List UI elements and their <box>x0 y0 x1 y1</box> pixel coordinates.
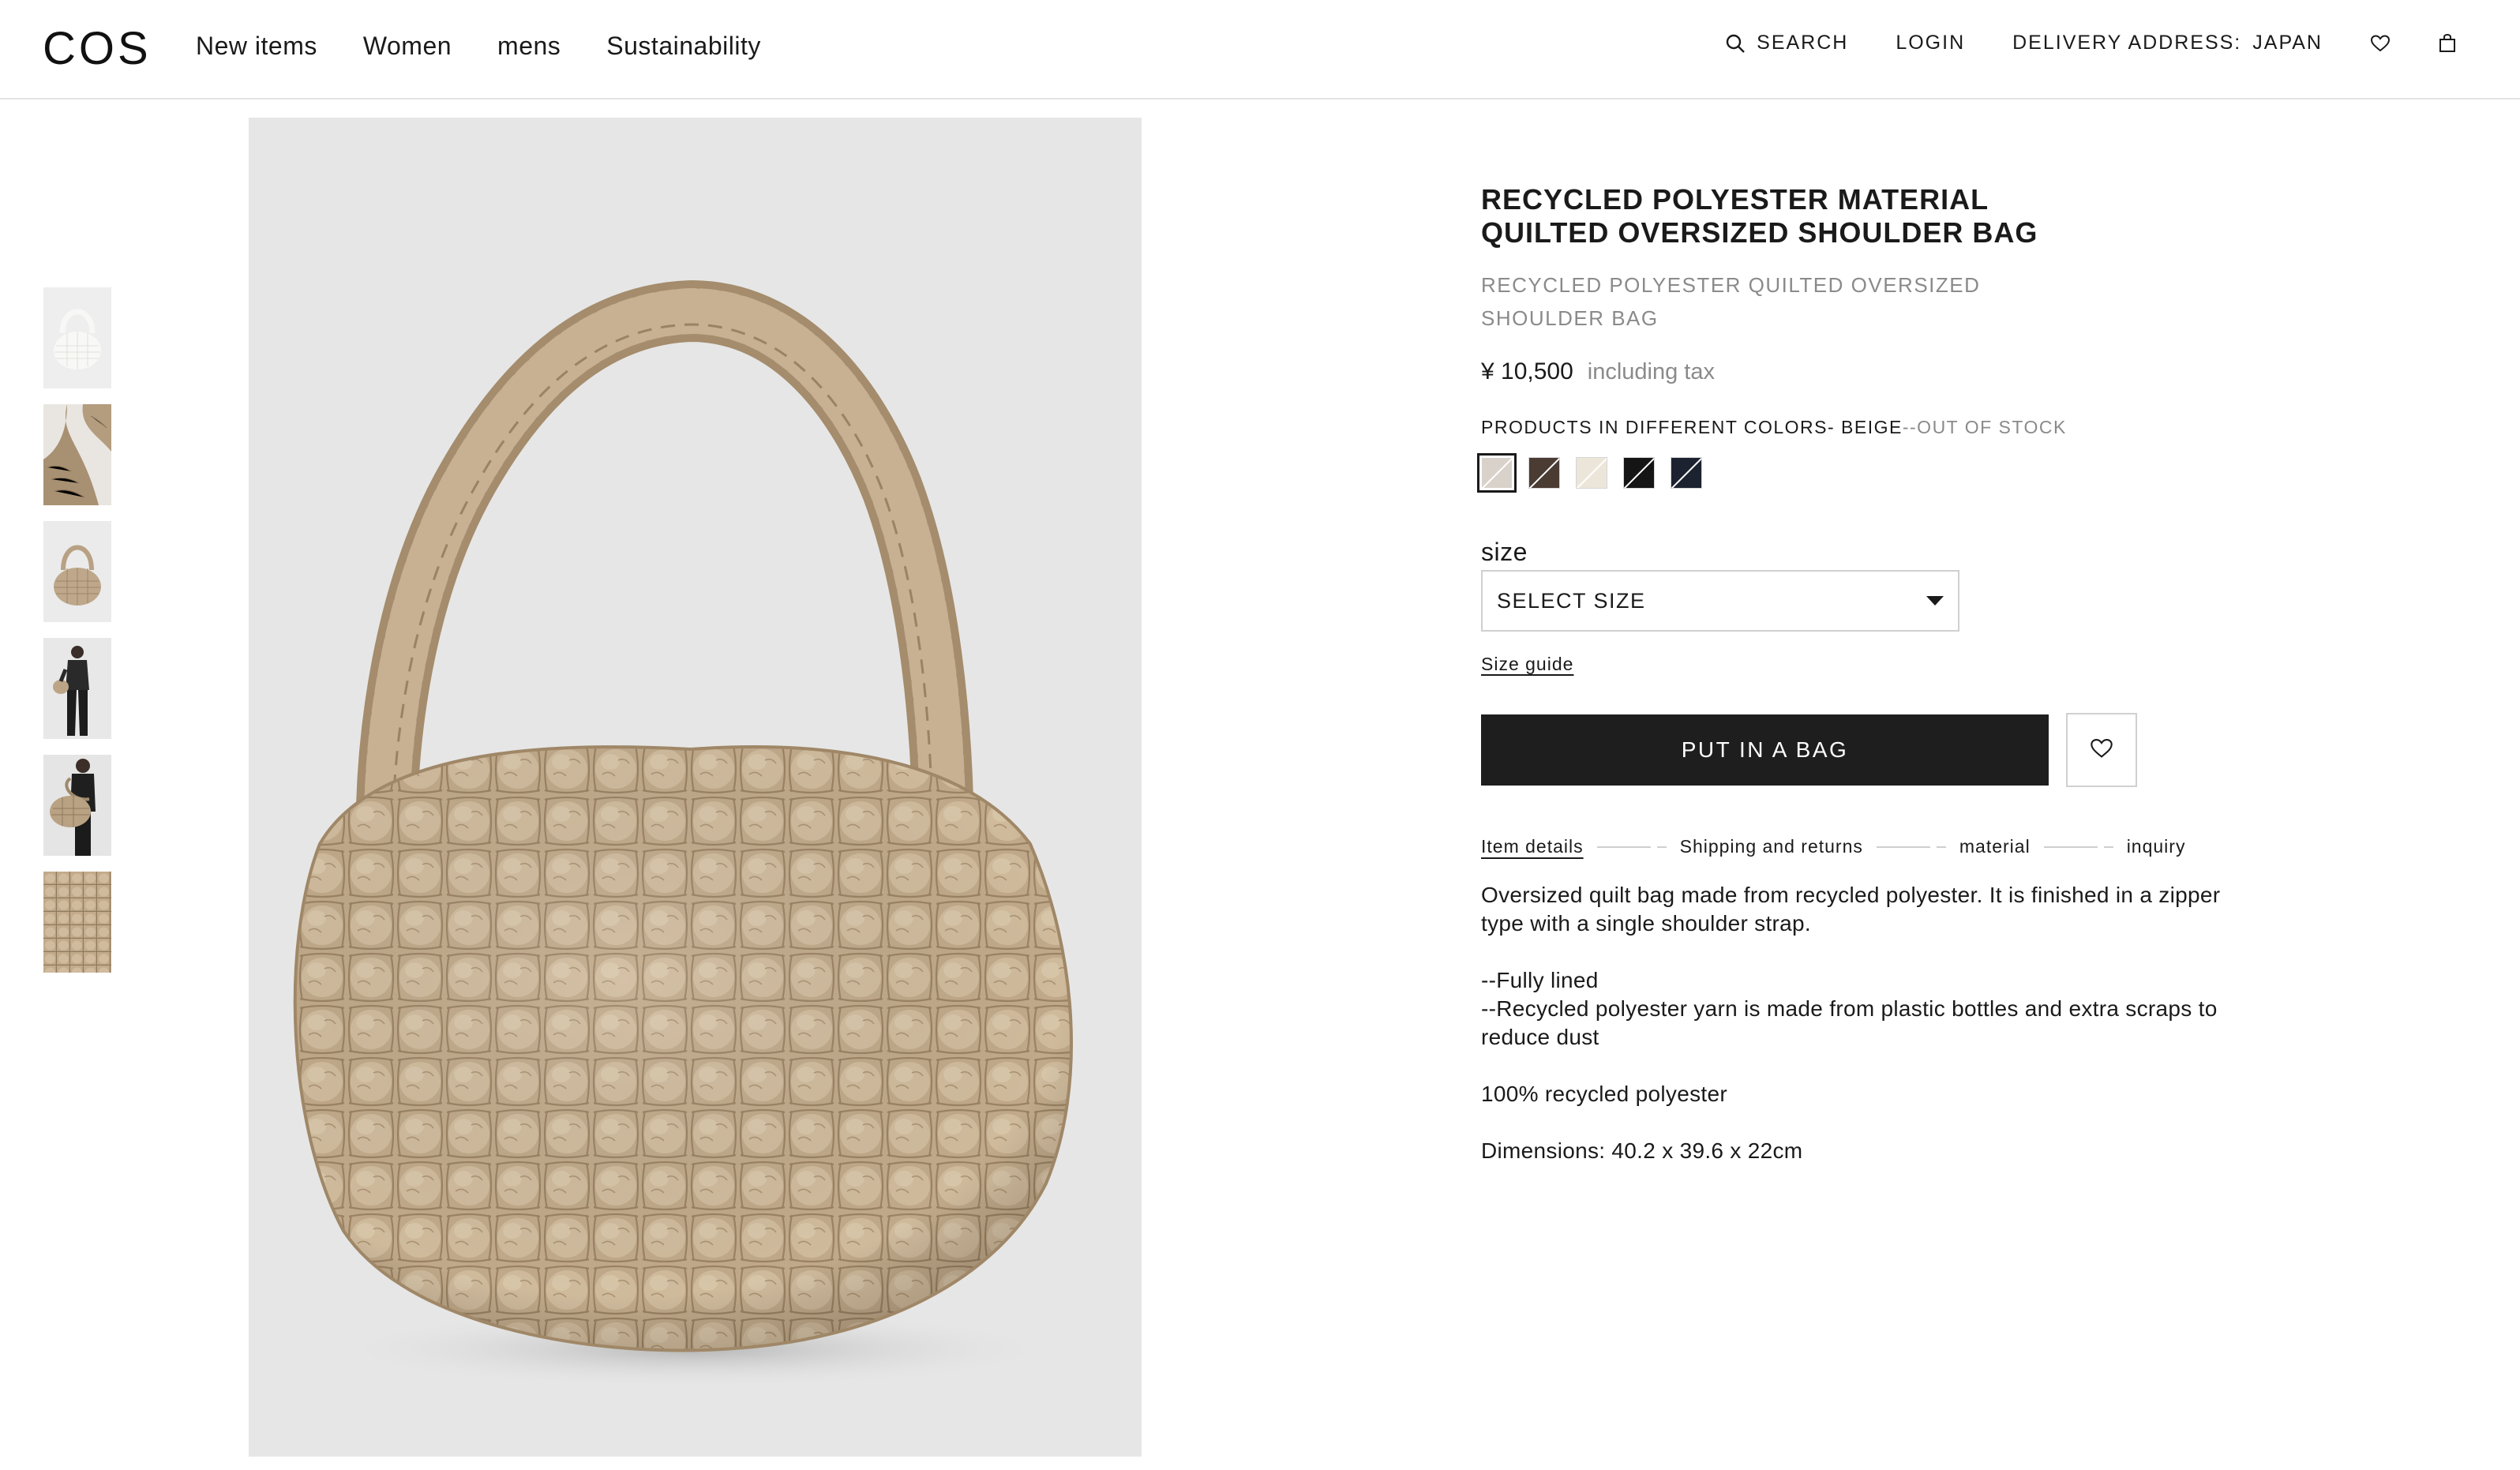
thumbnail-bag-detail-handle[interactable] <box>43 404 111 505</box>
tab-inquiry[interactable]: inquiry <box>2127 836 2186 857</box>
nav-item-sustainability[interactable]: Sustainability <box>606 32 761 61</box>
add-to-bag-button[interactable]: PUT IN A BAG <box>1481 714 2049 786</box>
stock-status: --OUT OF STOCK <box>1902 417 2067 437</box>
description-bullet: --Recycled polyester yarn is made from p… <box>1481 996 2218 1049</box>
login-label: LOGIN <box>1896 32 1966 54</box>
product-title: RECYCLED POLYESTER MATERIAL QUILTED OVER… <box>1481 183 2038 249</box>
tab-divider <box>2043 846 2113 848</box>
swatch-beige[interactable] <box>1477 453 1517 493</box>
thumbnail-quilt-texture[interactable] <box>43 872 111 973</box>
tab-item-details[interactable]: Item details <box>1481 836 1584 857</box>
thumbnail-model-carrying[interactable] <box>43 755 111 856</box>
product-subtitle: RECYCLED POLYESTER QUILTED OVERSIZED SHO… <box>1481 273 1981 330</box>
heart-icon <box>2370 34 2391 53</box>
description-intro: Oversized quilt bag made from recycled p… <box>1481 883 2221 936</box>
nav-item-women[interactable]: Women <box>363 32 452 61</box>
thumbnail-bag-beige[interactable] <box>43 521 111 622</box>
thumbnail-gallery <box>43 287 111 988</box>
heart-icon <box>2090 737 2113 763</box>
description-dimensions: Dimensions: 40.2 x 39.6 x 22cm <box>1481 1138 1803 1163</box>
search-label: SEARCH <box>1757 32 1849 54</box>
site-header: COS New items Women mens Sustainability … <box>0 0 2520 99</box>
product-detail-tabs: Item details Shipping and returns materi… <box>1481 836 2215 857</box>
color-swatches <box>1477 453 2215 493</box>
tab-divider <box>1596 846 1667 848</box>
caret-down-icon <box>1926 596 1944 606</box>
utility-nav: SEARCH LOGIN DELIVERY ADDRESS: JAPAN <box>1725 32 2457 54</box>
size-guide-link[interactable]: Size guide <box>1481 654 1573 675</box>
swatch-brown[interactable] <box>1528 457 1560 489</box>
add-to-wishlist-button[interactable] <box>2066 713 2137 787</box>
product-main-image[interactable] <box>249 118 1142 1457</box>
color-selector-label: PRODUCTS IN DIFFERENT COLORS- BEIGE--OUT… <box>1481 417 2215 438</box>
wishlist-button[interactable] <box>2370 34 2391 53</box>
search-button[interactable]: SEARCH <box>1725 32 1848 54</box>
delivery-value: JAPAN <box>2252 32 2323 54</box>
purchase-actions: PUT IN A BAG <box>1481 713 2215 787</box>
price-row: ¥ 10,500 including tax <box>1481 358 2215 385</box>
swatch-black[interactable] <box>1623 457 1655 489</box>
description-bullet: --Fully lined <box>1481 968 1599 992</box>
description-composition: 100% recycled polyester <box>1481 1082 1727 1106</box>
nav-item-mens[interactable]: mens <box>497 32 561 61</box>
color-label-text: PRODUCTS IN DIFFERENT COLORS- BEIGE <box>1481 417 1903 437</box>
swatch-navy[interactable] <box>1671 457 1702 489</box>
login-link[interactable]: LOGIN <box>1896 32 1965 54</box>
delivery-address-selector[interactable]: DELIVERY ADDRESS: JAPAN <box>2012 32 2323 54</box>
thumbnail-bag-white[interactable] <box>43 287 111 388</box>
search-icon <box>1725 33 1746 54</box>
shopping-bag-icon <box>2438 33 2457 54</box>
size-label: size <box>1481 538 1528 566</box>
brand-logo[interactable]: COS <box>43 22 152 75</box>
product-description: Oversized quilt bag made from recycled p… <box>1481 881 2223 1165</box>
tab-shipping-returns[interactable]: Shipping and returns <box>1680 836 1863 857</box>
bag-button[interactable] <box>2438 33 2457 54</box>
swatch-off-white[interactable] <box>1576 457 1607 489</box>
product-price: ¥ 10,500 <box>1481 358 1573 384</box>
tab-material[interactable]: material <box>1959 836 2031 857</box>
thumbnail-model-front[interactable] <box>43 638 111 739</box>
nav-item-new-items[interactable]: New items <box>196 32 317 61</box>
size-select-value: SELECT SIZE <box>1497 588 1646 613</box>
delivery-label: DELIVERY ADDRESS: <box>2012 32 2242 54</box>
tax-note: including tax <box>1587 359 1715 384</box>
product-info-panel: RECYCLED POLYESTER MATERIAL QUILTED OVER… <box>1477 183 2220 1194</box>
size-select[interactable]: SELECT SIZE <box>1481 570 1959 632</box>
tab-divider <box>1876 846 1946 848</box>
main-nav: New items Women mens Sustainability <box>196 32 761 61</box>
